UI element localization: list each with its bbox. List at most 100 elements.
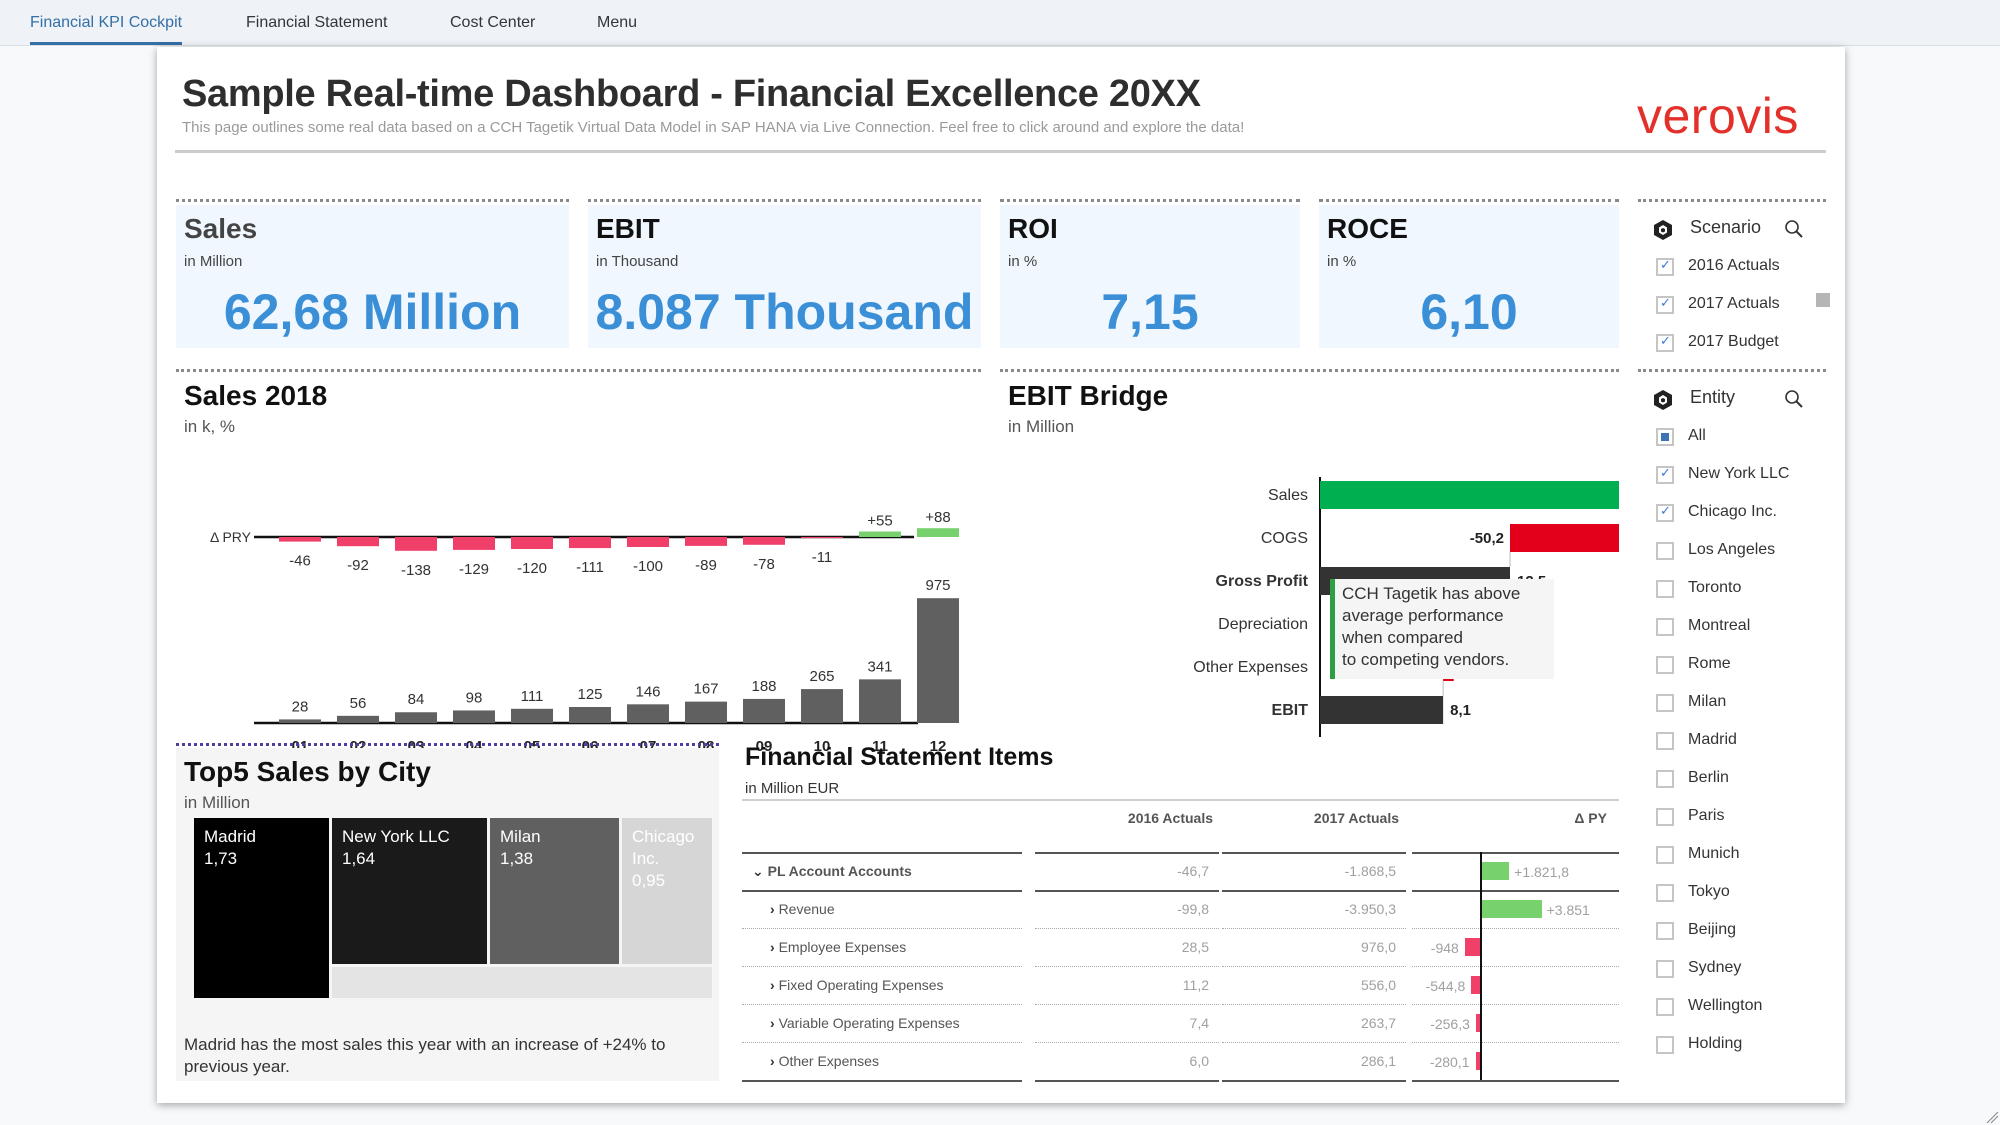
checkbox[interactable] [1656,428,1674,446]
checkbox[interactable] [1656,960,1674,978]
table-row[interactable]: › Revenue -99,8 -3.950,3 +3.851 [742,890,1619,928]
search-icon[interactable] [1784,219,1804,239]
delta-label: +3.851 [1546,902,1590,918]
kpi-title: ROI [1008,213,1058,244]
scenario-divider [1638,199,1826,202]
checkbox[interactable] [1656,732,1674,750]
search-icon[interactable] [1784,389,1804,409]
checkbox[interactable] [1656,1036,1674,1054]
entity-filter: Entity All New York LLC Chicago Inc. Los An… [1638,375,1826,1095]
scenario-filter: Scenario 2016 Actuals 2017 Actuals 2017 Bu… [1638,205,1830,352]
filter-item-label: Tokyo [1688,883,1730,900]
tab-financial-kpi-cockpit[interactable]: Financial KPI Cockpit [30,14,183,45]
kpi-tile-ebit[interactable]: EBIT in Thousand 8.087 Thousand [588,205,981,348]
sales-bar [453,710,495,723]
resize-handle-icon[interactable] [1985,1110,1999,1124]
delta-bar [395,537,437,551]
row-label[interactable]: ⌄ PL Account Accounts [752,863,912,880]
chevron-right-icon[interactable]: › [770,901,779,917]
checkbox[interactable] [1656,922,1674,940]
table-row-divider [1412,1080,1619,1082]
delta-label: +1.821,8 [1514,864,1570,880]
value-cell: 556,0 [1360,977,1396,993]
tab-menu[interactable]: Menu [597,14,637,32]
chevron-right-icon[interactable]: › [770,1053,779,1069]
sales-value-label: 28 [292,698,309,715]
chevron-right-icon[interactable]: › [770,939,779,955]
kpi-roce-divider [1319,199,1619,202]
treemap-tile[interactable]: Chicago Inc. 0,95 [622,818,712,964]
ebit-bridge-divider [1000,369,1619,372]
checkbox[interactable] [1656,618,1674,636]
filter-item-label: 2017 Budget [1688,333,1779,350]
kpi-roi-divider [1000,199,1300,202]
kpi-sales-divider [176,199,569,202]
checkbox[interactable] [1656,580,1674,598]
sales-bar [859,679,901,723]
chevron-right-icon[interactable]: › [770,1015,779,1031]
row-label[interactable]: › Employee Expenses [770,939,906,955]
top-navigation: Financial KPI Cockpit Financial Statemen… [0,0,2000,46]
checkbox[interactable] [1656,295,1674,314]
kpi-tile-sales[interactable]: Sales in Million 62,68 Million [176,205,569,348]
bridge-category-label: COGS [1261,530,1308,547]
checkbox[interactable] [1656,257,1674,276]
logo-text: verovis [1637,88,1799,144]
tab-financial-statement[interactable]: Financial Statement [246,14,387,32]
table-row[interactable]: › Other Expenses 6,0 286,1 -280,1 [742,1042,1619,1080]
checkbox[interactable] [1656,846,1674,864]
delta-label: -948 [1430,940,1459,956]
checkbox[interactable] [1656,542,1674,560]
chevron-down-icon[interactable]: ⌄ [752,863,768,879]
row-label-text: PL Account Accounts [767,863,912,879]
treemap-tile[interactable]: Milan 1,38 [490,818,619,964]
value-cell: -1.868,5 [1344,863,1396,879]
scenario-filter-title: Scenario [1690,217,1762,237]
sales-bar [627,704,669,723]
treemap-tile[interactable]: New York LLC 1,64 [332,818,487,964]
checkbox[interactable] [1656,808,1674,826]
checkbox[interactable] [1656,884,1674,902]
delta-bar [279,537,321,542]
checkbox[interactable] [1656,656,1674,674]
checkbox[interactable] [1656,503,1674,522]
table-row[interactable]: ⌄ PL Account Accounts -46,7 -1.868,5 +1.821… [742,852,1619,890]
kpi-value: 8.087 Thousand [595,284,974,340]
dashboard-card: Sample Real-time Dashboard - Financial E… [157,47,1845,1103]
treemap-tile[interactable]: Madrid 1,73 [194,818,329,998]
fin-statement-divider [742,799,1619,801]
table-row[interactable]: › Variable Operating Expenses 7,4 263,7 -25… [742,1004,1619,1042]
row-label[interactable]: › Revenue [770,901,835,917]
row-label-text: Other Expenses [778,1053,879,1069]
row-label-text: Employee Expenses [778,939,907,955]
row-label[interactable]: › Variable Operating Expenses [770,1015,960,1031]
scrollbar-thumb[interactable] [1816,293,1830,307]
top5-treemap: Madrid 1,73 New York LLC 1,64 Milan 1,38 Chica… [194,818,712,998]
checkbox[interactable] [1656,770,1674,788]
kpi-tile-roi[interactable]: ROI in % 7,15 [1000,205,1300,348]
treemap-tile-value: 1,64 [342,849,376,868]
column-header-2017[interactable]: 2017 Actuals [1223,810,1399,826]
bridge-bar [1320,481,1619,509]
sales-value-label: 341 [867,658,892,675]
sales-value-label: 84 [408,691,425,708]
dimension-icon [1654,220,1672,240]
delta-label: -111 [576,559,604,576]
column-header-2016[interactable]: 2016 Actuals [1037,810,1213,826]
treemap-tile[interactable] [332,967,712,998]
entity-filter-title: Entity [1690,387,1736,407]
row-label[interactable]: › Other Expenses [770,1053,879,1069]
column-header-delta-py[interactable]: Δ PY [1409,810,1607,826]
row-label[interactable]: › Fixed Operating Expenses [770,977,944,993]
checkbox[interactable] [1656,694,1674,712]
checkbox[interactable] [1656,333,1674,352]
tab-cost-center[interactable]: Cost Center [450,14,535,32]
value-cell: 7,4 [1189,1015,1209,1031]
note-line: CCH Tagetik has above [1342,584,1521,603]
checkbox[interactable] [1656,465,1674,484]
table-row[interactable]: › Fixed Operating Expenses 11,2 556,0 -544,… [742,966,1619,1004]
checkbox[interactable] [1656,998,1674,1016]
kpi-tile-roce[interactable]: ROCE in % 6,10 [1319,205,1619,348]
chevron-right-icon[interactable]: › [770,977,779,993]
table-row[interactable]: › Employee Expenses 28,5 976,0 -948 [742,928,1619,966]
